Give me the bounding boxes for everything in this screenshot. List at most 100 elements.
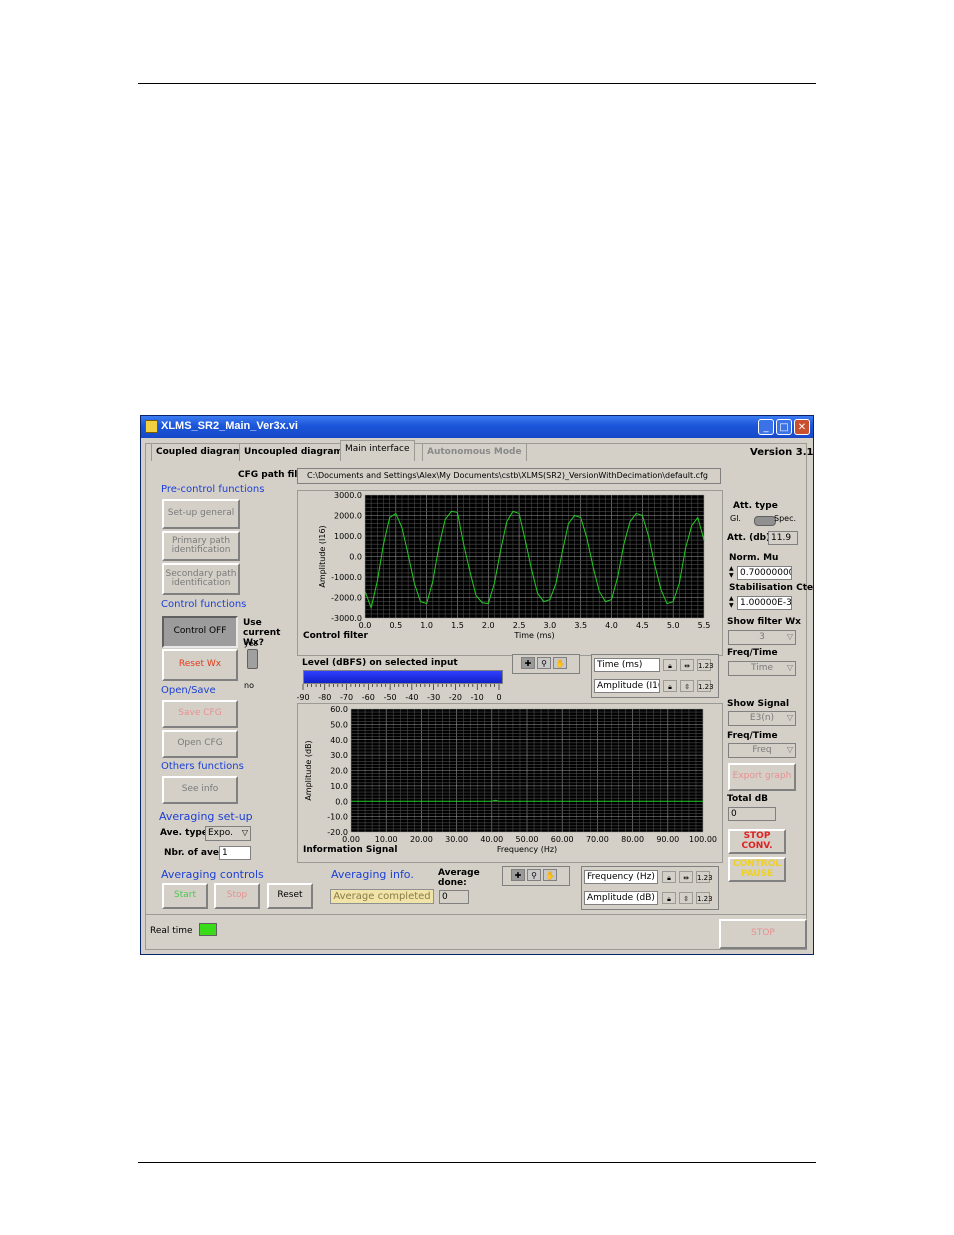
graph2-x-scale-name[interactable]: Frequency (Hz): [584, 870, 658, 884]
x-format-icon[interactable]: 1.23: [696, 871, 713, 883]
show-filter-wx-select[interactable]: 3 ▽: [728, 630, 796, 645]
freq-time-2-value: Freq: [752, 745, 772, 755]
see-info-button[interactable]: See info: [162, 776, 238, 804]
level-tick-label: -20: [449, 693, 462, 702]
x-autoscale-icon[interactable]: ⇹: [679, 871, 693, 883]
zoom-icon[interactable]: ⚲: [527, 869, 541, 881]
open-cfg-button[interactable]: Open CFG: [162, 730, 238, 758]
show-signal-label: Show Signal: [727, 699, 790, 709]
x-format-icon[interactable]: 1.23: [697, 659, 714, 671]
norm-mu-stepper-icon[interactable]: ▲ ▼: [729, 565, 736, 579]
ave-type-value: Expo.: [208, 828, 233, 838]
graph1-y-scale-name[interactable]: Amplitude (I16): [594, 679, 660, 693]
lock-icon[interactable]: 🔒︎: [662, 871, 676, 883]
crosshair-icon[interactable]: ✚: [521, 657, 535, 669]
att-type-switch[interactable]: [754, 516, 776, 526]
ave-type-select[interactable]: Expo. ▽: [205, 826, 251, 841]
cfg-path-field[interactable]: C:\Documents and Settings\Alex\My Docume…: [297, 468, 721, 484]
information-signal-graph: 0.00 10.00 20.00 30.00 40.00 50.00 60.00 70.00 8…: [297, 703, 723, 863]
x-tick-label: 4.0: [605, 621, 618, 630]
minimize-icon[interactable]: _: [758, 419, 774, 435]
graph2-y-scale-name[interactable]: Amplitude (dB): [584, 891, 658, 905]
x-tick-label: 10.00: [375, 835, 398, 844]
control-filter-plot[interactable]: 0.0 0.5 1.0 1.5 2.0 2.5 3.0 3.5 4.0 4.5 5.0 5.5 3000…: [298, 491, 722, 655]
primary-path-button[interactable]: Primary path identification: [162, 531, 240, 561]
reset-wx-button[interactable]: Reset Wx: [162, 649, 238, 681]
stop-conv-button[interactable]: STOP CONV.: [728, 829, 786, 854]
pan-hand-icon[interactable]: ✋: [543, 869, 557, 881]
stabilisation-input[interactable]: 1.00000E-3: [737, 596, 792, 610]
tab-autonomous-mode[interactable]: Autonomous Mode: [422, 443, 527, 461]
level-label: Level (dBFS) on selected input: [302, 658, 458, 668]
information-signal-plot[interactable]: 0.00 10.00 20.00 30.00 40.00 50.00 60.00 70.00 8…: [298, 704, 722, 862]
att-db-field[interactable]: 11.9: [768, 531, 798, 545]
export-graph-button[interactable]: Export graph: [728, 763, 796, 791]
att-type-label: Att. type: [733, 501, 778, 511]
level-tick-label: -40: [405, 693, 418, 702]
tab-uncoupled-diagram[interactable]: Uncoupled diagram: [239, 443, 348, 461]
averaging-info-title: Averaging info.: [331, 868, 414, 881]
x-tick-label: 1.5: [451, 621, 464, 630]
level-meter-fill: [304, 671, 502, 683]
y-tick-label: 2000.0: [334, 512, 362, 521]
lock-icon[interactable]: 🔒︎: [663, 659, 677, 671]
level-tick-label: -60: [362, 693, 375, 702]
title-bar[interactable]: XLMS_SR2_Main_Ver3x.vi _ □ ✕: [141, 416, 813, 438]
top-rule: [138, 83, 816, 84]
level-meter: [303, 670, 503, 684]
start-button[interactable]: Start: [162, 883, 208, 909]
nbr-ave-input[interactable]: 1: [219, 846, 251, 860]
x-autoscale-icon[interactable]: ⇹: [680, 659, 694, 671]
att-gl-label: Gl.: [730, 514, 741, 523]
x-axis-label: Frequency (Hz): [497, 845, 557, 854]
x-tick-label: 2.0: [482, 621, 495, 630]
stabilisation-stepper-icon[interactable]: ▲ ▼: [729, 595, 736, 609]
y-format-icon[interactable]: 1.23: [697, 680, 714, 692]
show-signal-select[interactable]: E3(n) ▽: [728, 711, 796, 726]
use-current-wx-toggle[interactable]: [247, 649, 258, 669]
maximize-icon[interactable]: □: [776, 419, 792, 435]
level-tick-label: -10: [471, 693, 484, 702]
toggle-yes-label: yes: [244, 639, 258, 648]
save-cfg-button[interactable]: Save CFG: [162, 700, 238, 728]
close-icon[interactable]: ✕: [794, 419, 810, 435]
lock-icon[interactable]: 🔒︎: [663, 680, 677, 692]
freq-time-2-label: Freq/Time: [727, 731, 778, 741]
y-tick-label: -3000.0: [331, 614, 362, 623]
x-tick-label: 3.5: [574, 621, 587, 630]
stop-averaging-button[interactable]: Stop: [214, 883, 260, 909]
y-tick-label: 0.0: [349, 553, 362, 562]
tab-main-interface[interactable]: Main interface: [340, 440, 415, 461]
y-format-icon[interactable]: 1.23: [696, 892, 713, 904]
level-tick-label: -50: [384, 693, 397, 702]
control-pause-button[interactable]: CONTROL PAUSE: [728, 857, 786, 882]
lock-icon[interactable]: 🔒︎: [662, 892, 676, 904]
stop-button[interactable]: STOP: [719, 919, 807, 949]
freq-time-2-select[interactable]: Freq ▽: [728, 743, 796, 758]
graph1-x-scale-name[interactable]: Time (ms): [594, 658, 660, 672]
secondary-path-button[interactable]: Secondary path identification: [162, 563, 240, 595]
average-completed-indicator: Average completed: [330, 889, 434, 904]
y-tick-label: 20.0: [330, 767, 348, 776]
crosshair-icon[interactable]: ✚: [511, 869, 525, 881]
y-autoscale-icon[interactable]: ⇳: [680, 680, 694, 692]
norm-mu-input[interactable]: 0.70000000: [737, 566, 792, 580]
real-time-led: [199, 923, 217, 936]
tab-coupled-diagram[interactable]: Coupled diagram: [151, 443, 248, 461]
dropdown-arrow-icon: ▽: [786, 663, 793, 672]
window-title: XLMS_SR2_Main_Ver3x.vi: [161, 420, 298, 432]
setup-general-button[interactable]: Set-up general: [162, 499, 240, 529]
x-tick-label: 80.00: [621, 835, 644, 844]
y-tick-label: -10.0: [327, 813, 348, 822]
main-panel: Coupled diagram Uncoupled diagram Main i…: [145, 440, 813, 950]
att-db-label: Att. (db): [727, 533, 771, 543]
others-section-title: Others functions: [161, 761, 244, 772]
level-tick-label: -80: [318, 693, 331, 702]
x-tick-label: 5.5: [698, 621, 711, 630]
freq-time-1-select[interactable]: Time ▽: [728, 661, 796, 676]
y-autoscale-icon[interactable]: ⇳: [679, 892, 693, 904]
zoom-icon[interactable]: ⚲: [537, 657, 551, 669]
pan-hand-icon[interactable]: ✋: [553, 657, 567, 669]
control-off-button[interactable]: Control OFF: [162, 616, 238, 648]
reset-button[interactable]: Reset: [267, 883, 313, 909]
